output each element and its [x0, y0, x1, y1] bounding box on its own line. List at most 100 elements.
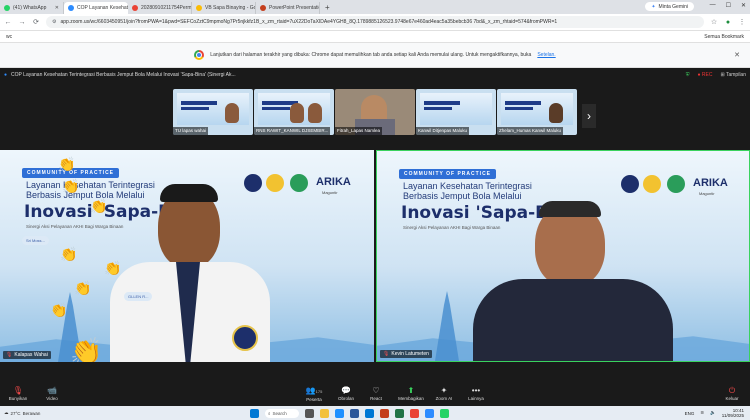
gemini-button[interactable]: ✦ Minta Gemini — [645, 2, 694, 11]
close-window-button[interactable]: ✕ — [741, 2, 746, 9]
mic-muted-icon: 🎙 — [383, 351, 390, 357]
tab-list: (41) WhatsApp ✕ COP Layanan Kesehatan Te..… — [0, 0, 320, 14]
react-button[interactable]: ♡ React — [362, 386, 390, 402]
arika-logo: ARIKA — [316, 176, 351, 188]
windows-start-icon[interactable] — [250, 408, 259, 418]
volume-icon[interactable]: 🔈 — [710, 410, 716, 416]
microphone-icon: 🎙 — [12, 386, 24, 395]
tab-favicon-icon — [4, 5, 10, 11]
clap-reaction-icon: 👏 — [74, 280, 92, 296]
mute-label: Bunyikan — [8, 396, 28, 401]
tab-favicon-icon — [132, 5, 138, 11]
participant-thumbnail[interactable]: Zhelam_Humas Kanwil Maluku — [497, 89, 577, 135]
settings-link[interactable]: Setelan. — [537, 52, 555, 58]
clock-date: 11/09/2025 — [721, 413, 744, 418]
tab-favicon-icon — [260, 5, 266, 11]
url-field[interactable]: ⚙ app.zoom.us/wc/6603450951/join?fromPWA… — [46, 16, 704, 28]
video-button[interactable]: 📹 Video — [38, 387, 66, 402]
video-tile-right[interactable]: COMMUNITY OF PRACTICE Layanan Kesehatan … — [376, 150, 750, 362]
file-explorer-icon[interactable] — [320, 408, 329, 418]
video-tile-left[interactable]: COMMUNITY OF PRACTICE Layanan Kesehatan … — [0, 150, 374, 362]
participant-name: Fitrah_Lapas Namlea — [335, 127, 383, 135]
maximize-button[interactable]: ☐ — [726, 2, 731, 9]
tab-label: 20280910211754Permohonan... — [141, 5, 192, 11]
search-icon: ⌕ — [268, 410, 271, 416]
participants-button[interactable]: 👥175 Peserta — [300, 386, 328, 402]
browser-tab[interactable]: VB Sapa Binaying - Google Dri...✕ — [192, 2, 256, 14]
browser-tab[interactable]: COP Layanan Kesehatan Te...✕ — [64, 2, 128, 14]
participant-name: TU lapas wahai — [173, 127, 209, 135]
language-indicator[interactable]: ENG — [685, 411, 695, 416]
participant-thumbnail[interactable]: TU lapas wahai — [173, 89, 253, 135]
react-label: React — [370, 396, 382, 401]
tab-label: VB Sapa Binaying - Google Dri... — [205, 5, 255, 11]
whatsapp-taskbar-icon[interactable] — [440, 408, 449, 418]
reaction-bubble: GLLEN R... — [124, 292, 153, 301]
zoom-taskbar-icon[interactable] — [425, 408, 434, 418]
weather-widget[interactable]: ☁ 27°C Berawan — [4, 410, 40, 416]
back-icon[interactable]: ← — [4, 19, 12, 26]
word-icon[interactable] — [350, 408, 359, 418]
browser-tab[interactable]: 20280910211754Permohonan...✕ — [128, 2, 192, 14]
menu-icon[interactable]: ⋮ — [738, 18, 746, 26]
view-label: Tampilan — [725, 72, 746, 78]
gemini-icon: ✦ — [651, 3, 656, 10]
bookmarks-bar: wc Semua Bookmark — [0, 31, 750, 43]
heart-icon: ♡ — [372, 386, 380, 395]
zoom-ai-button[interactable]: ✦ Zoom AI — [430, 387, 458, 402]
forward-icon[interactable]: → — [18, 19, 26, 26]
next-page-icon[interactable]: › — [582, 104, 596, 128]
participant-thumbnail[interactable]: RNS RAWIT_KANWIL DJSEMBIR... — [254, 89, 334, 135]
chrome-taskbar-icon[interactable] — [410, 408, 419, 418]
tab-label: PowerPoint Presentation — [269, 5, 320, 11]
participant-thumbnail[interactable]: Fitrah_Lapas Namlea — [335, 89, 415, 135]
clap-reaction-icon: 👏 — [104, 260, 122, 276]
chat-button[interactable]: 💬 Obrolan — [332, 387, 360, 402]
task-view-icon[interactable] — [305, 408, 314, 418]
clap-reaction-icon: 👏 — [58, 156, 76, 172]
bookmark-item[interactable]: wc — [6, 34, 12, 40]
slide-badge: COMMUNITY OF PRACTICE — [399, 169, 497, 179]
window-controls: — ☐ ✕ — [710, 2, 746, 9]
share-label: Membagikan — [398, 396, 424, 401]
tab-favicon-icon — [196, 5, 202, 11]
chrome-icon — [194, 50, 205, 60]
ministry-logo — [266, 174, 284, 192]
tab-close-icon[interactable]: ✕ — [55, 5, 59, 11]
more-label: Lainnya — [468, 396, 484, 401]
minimize-button[interactable]: — — [710, 2, 716, 9]
infobar-text: Lanjutkan dari halaman terakhir yang dib… — [210, 52, 532, 58]
view-button[interactable]: ⊞ Tampilan — [720, 72, 746, 78]
wifi-icon[interactable]: ≋ — [700, 410, 704, 416]
share-button[interactable]: ⬆ Membagikan — [394, 386, 428, 402]
slide-subtitle: Sinergi Aksi Pelayanan AKHI Bagi Warga B… — [403, 225, 501, 230]
edge-icon[interactable] — [335, 408, 344, 418]
close-icon[interactable]: ✕ — [734, 51, 740, 59]
mute-button[interactable]: 🎙 Bunyikan — [4, 386, 32, 402]
browser-tab[interactable]: PowerPoint Presentation✕ — [256, 2, 320, 14]
profile-avatar[interactable]: ● — [724, 19, 732, 26]
security-shield-icon[interactable]: ⛨ — [686, 72, 690, 78]
powerpoint-icon[interactable] — [380, 408, 389, 418]
leave-button[interactable]: ⏻ Keluar — [718, 387, 746, 402]
site-info-icon[interactable]: ⚙ — [52, 19, 56, 25]
new-tab-button[interactable]: + — [320, 3, 335, 12]
participant-strip: TU lapas wahai RNS RAWIT_KANWIL DJSEMBIR… — [0, 82, 750, 142]
tab-label: COP Layanan Kesehatan Te... — [77, 5, 128, 11]
recording-indicator: ● REC — [697, 72, 713, 78]
mail-icon[interactable] — [365, 408, 374, 418]
excel-icon[interactable] — [395, 408, 404, 418]
participant-name-label: 🎙 Kevin Latumeten — [380, 350, 432, 358]
browser-tab[interactable]: (41) WhatsApp ✕ — [0, 2, 64, 14]
bookmark-star-icon[interactable]: ☆ — [710, 18, 718, 26]
participant-thumbnail[interactable]: Kanwil Ditjenpas Maluku — [416, 89, 496, 135]
clock[interactable]: 10:41 11/09/2025 — [722, 408, 744, 418]
reload-icon[interactable]: ⟳ — [32, 18, 40, 26]
zoom-icon: ● — [4, 72, 8, 78]
more-button[interactable]: ••• Lainnya — [462, 387, 490, 402]
slide-line2: Berbasis Jemput Bola Melalui — [403, 191, 522, 201]
arika-subtitle: Maguntir — [322, 190, 338, 195]
all-bookmarks-button[interactable]: Semua Bookmark — [704, 34, 744, 40]
taskbar-search[interactable]: ⌕ Search — [265, 408, 299, 418]
share-icon: ⬆ — [407, 386, 415, 395]
